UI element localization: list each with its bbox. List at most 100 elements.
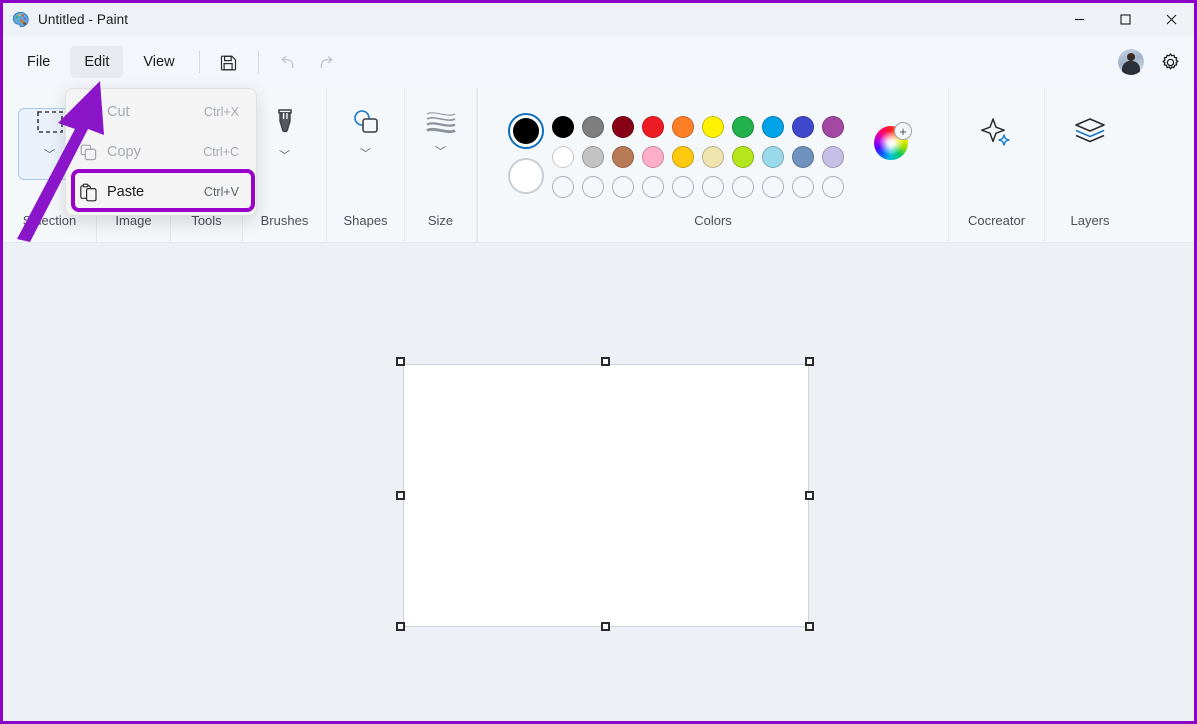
title-bar: Untitled - Paint	[3, 3, 1194, 36]
brushes-button[interactable]: ﹀	[255, 108, 315, 180]
save-icon[interactable]	[212, 46, 246, 78]
canvas-area[interactable]	[3, 243, 1194, 721]
redo-icon[interactable]	[309, 46, 343, 78]
menu-bar: File Edit View	[3, 36, 1194, 88]
close-button[interactable]	[1148, 3, 1194, 36]
paint-palette-icon	[12, 11, 29, 28]
color-swatch-r1-9[interactable]	[792, 116, 814, 138]
color-swatch-r2-5[interactable]	[672, 146, 694, 168]
brush-icon	[270, 108, 300, 145]
color-swatch-r1-2[interactable]	[582, 116, 604, 138]
chevron-down-icon[interactable]: ﹀	[435, 147, 446, 158]
ribbon-label-size: Size	[427, 213, 454, 228]
menu-edit[interactable]: Edit	[70, 46, 124, 78]
menu-file[interactable]: File	[13, 46, 64, 78]
window-title: Untitled - Paint	[38, 12, 129, 27]
menu-item-paste[interactable]: Paste Ctrl+V	[69, 172, 253, 212]
color-swatch-r1-8[interactable]	[762, 116, 784, 138]
menu-divider-2	[257, 51, 259, 73]
color-swatch-r2-1[interactable]	[552, 146, 574, 168]
menu-item-cut[interactable]: Cut Ctrl+X	[69, 92, 253, 132]
menu-item-cut-shortcut: Ctrl+X	[203, 105, 239, 119]
size-button[interactable]: ﹀	[411, 108, 471, 180]
dashed-rectangle-select-icon	[33, 109, 67, 144]
menu-item-copy-shortcut: Ctrl+C	[203, 145, 239, 159]
color-swatch-r3-2[interactable]	[582, 176, 604, 198]
color-swatch-r2-2[interactable]	[582, 146, 604, 168]
menu-item-copy-label: Copy	[107, 144, 141, 160]
resize-handle-bottom-left[interactable]	[396, 622, 405, 631]
ribbon-group-colors: + Colors	[477, 88, 949, 243]
resize-handle-top-center[interactable]	[601, 357, 610, 366]
maximize-button[interactable]	[1102, 3, 1148, 36]
color-swatch-r2-8[interactable]	[762, 146, 784, 168]
color-swatch-r3-6[interactable]	[702, 176, 724, 198]
color-swatch-r1-6[interactable]	[702, 116, 724, 138]
chevron-down-icon[interactable]: ﹀	[360, 149, 371, 160]
color-swatch-r3-4[interactable]	[642, 176, 664, 198]
color-swatch-r3-5[interactable]	[672, 176, 694, 198]
ribbon-group-size: ﹀ Size	[405, 88, 477, 243]
color-swatch-r2-6[interactable]	[702, 146, 724, 168]
ribbon-label-layers: Layers	[1070, 213, 1110, 228]
line-size-icon	[424, 108, 458, 141]
resize-handle-bottom-right[interactable]	[805, 622, 814, 631]
color-swatch-r1-3[interactable]	[612, 116, 634, 138]
color-swatch-r2-10[interactable]	[822, 146, 844, 168]
scissors-icon	[69, 103, 107, 122]
color-swatch-r3-8[interactable]	[762, 176, 784, 198]
ribbon-label-cocreator: Cocreator	[967, 213, 1026, 228]
minimize-button[interactable]	[1056, 3, 1102, 36]
shapes-button[interactable]: ﹀	[336, 108, 396, 180]
cocreator-button[interactable]	[967, 116, 1027, 188]
edit-dropdown-menu: Cut Ctrl+X Copy Ctrl+C Paste Ctrl+V	[65, 88, 257, 216]
copy-icon	[69, 143, 107, 162]
sparkle-icon	[979, 116, 1015, 155]
chevron-down-icon[interactable]: ﹀	[279, 151, 290, 162]
chevron-down-icon[interactable]: ﹀	[44, 150, 55, 161]
color-swatch-r1-10[interactable]	[822, 116, 844, 138]
color-swatch-r3-10[interactable]	[822, 176, 844, 198]
gear-icon[interactable]	[1154, 46, 1186, 78]
ribbon-group-shapes: ﹀ Shapes	[327, 88, 405, 243]
color-swatch-r2-7[interactable]	[732, 146, 754, 168]
menu-item-cut-label: Cut	[107, 104, 130, 120]
menu-divider-1	[198, 51, 200, 73]
paint-window: Untitled - Paint File Edit View ﹀ Select…	[0, 0, 1197, 724]
color-swatch-r2-4[interactable]	[642, 146, 664, 168]
color-swatch-r2-9[interactable]	[792, 146, 814, 168]
undo-icon[interactable]	[271, 46, 305, 78]
color-swatch-r3-9[interactable]	[792, 176, 814, 198]
color-swatch-r1-7[interactable]	[732, 116, 754, 138]
secondary-color-swatch[interactable]	[508, 158, 544, 194]
color-swatch-r1-1[interactable]	[552, 116, 574, 138]
menu-item-copy[interactable]: Copy Ctrl+C	[69, 132, 253, 172]
color-swatch-r1-5[interactable]	[672, 116, 694, 138]
ribbon-group-cocreator: Cocreator	[949, 88, 1045, 243]
menu-view[interactable]: View	[129, 46, 188, 78]
resize-handle-middle-right[interactable]	[805, 491, 814, 500]
ribbon-label-brushes: Brushes	[260, 213, 309, 228]
menu-item-paste-label: Paste	[107, 184, 145, 200]
color-swatch-r2-3[interactable]	[612, 146, 634, 168]
resize-handle-bottom-center[interactable]	[601, 622, 610, 631]
resize-handle-top-right[interactable]	[805, 357, 814, 366]
color-swatch-r3-7[interactable]	[732, 176, 754, 198]
layers-icon	[1072, 116, 1108, 153]
color-swatch-r3-3[interactable]	[612, 176, 634, 198]
color-wheel-add-icon[interactable]: +	[874, 122, 912, 160]
layers-button[interactable]	[1060, 116, 1120, 188]
primary-color-swatch[interactable]	[508, 113, 544, 149]
color-swatch-r1-4[interactable]	[642, 116, 664, 138]
user-avatar[interactable]	[1118, 49, 1144, 75]
resize-handle-top-left[interactable]	[396, 357, 405, 366]
menu-item-paste-shortcut: Ctrl+V	[203, 185, 239, 199]
menu-bar-right	[1118, 36, 1186, 88]
resize-handle-middle-left[interactable]	[396, 491, 405, 500]
shapes-icon	[349, 108, 383, 143]
ribbon-group-layers: Layers	[1045, 88, 1135, 243]
pasted-selection[interactable]	[403, 364, 809, 627]
window-controls	[1056, 3, 1194, 36]
ribbon-label-colors: Colors	[694, 213, 732, 228]
color-swatch-r3-1[interactable]	[552, 176, 574, 198]
